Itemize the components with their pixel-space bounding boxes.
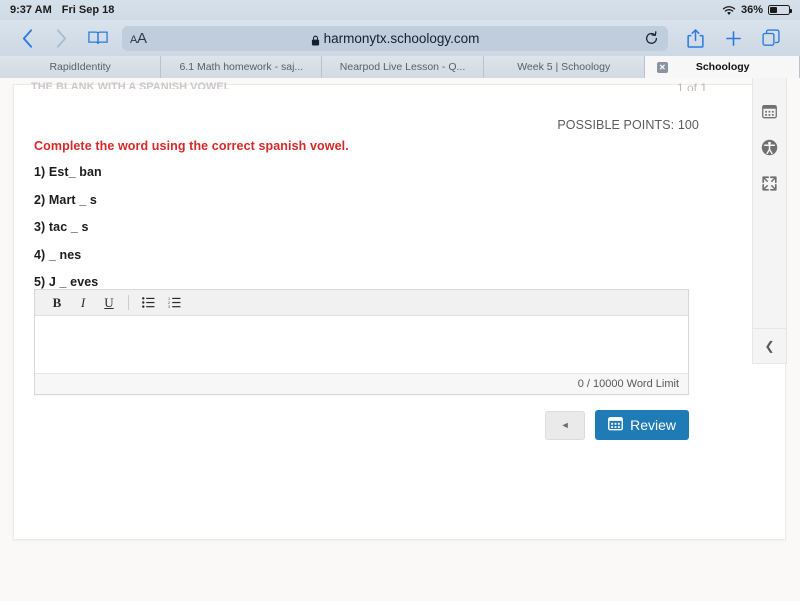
question-item: 4) _ nes (34, 247, 82, 262)
editor-toolbar: B I U 1 2 3 (35, 290, 688, 316)
numbered-list-icon[interactable]: 1 2 3 (161, 291, 187, 315)
tab-week-5-schoology[interactable]: Week 5 | Schoology (483, 56, 645, 78)
tools-rail (752, 78, 787, 352)
tab-label: Nearpod Live Lesson - Q... (339, 61, 466, 73)
possible-points-label: POSSIBLE POINTS: 100 (557, 118, 699, 132)
url-text: harmonytx.schoology.com (323, 30, 480, 46)
tab-label: 6.1 Math homework - saj... (179, 61, 304, 73)
tabs-overview-button[interactable] (752, 21, 790, 55)
wifi-icon (722, 5, 736, 16)
reload-icon[interactable] (642, 29, 660, 47)
tab-label: RapidIdentity (49, 61, 111, 73)
close-icon[interactable]: ✕ (656, 61, 668, 73)
question-prompt: Complete the word using the correct span… (34, 139, 349, 153)
tab-label: Schoology (695, 61, 750, 73)
question-item: 2) Mart _ s (34, 192, 97, 207)
status-bar-right: 36% (722, 4, 792, 16)
question-items-list: 1) Est_ ban 2) Mart _ s 3) tac _ s 4) _ … (34, 165, 434, 303)
bullet-list-icon[interactable] (135, 291, 161, 315)
previous-question-button[interactable]: ◄ (545, 410, 586, 440)
tab-schoology-active[interactable]: ✕ Schoology (644, 56, 800, 78)
review-button[interactable]: Review (595, 410, 689, 440)
new-tab-button[interactable] (714, 21, 752, 55)
lock-icon (311, 33, 320, 45)
address-bar-content: harmonytx.schoology.com (122, 31, 668, 46)
browser-toolbar: AA harmonytx.schoology.com (0, 20, 800, 56)
collapse-panel-button[interactable]: ❮ (752, 328, 787, 364)
question-item: 5) J _ eves (34, 275, 99, 289)
answer-textarea[interactable] (35, 316, 688, 373)
tab-bar: RapidIdentity 6.1 Math homework - saj...… (0, 56, 800, 78)
assignment-card: THE BLANK WITH A SPANISH VOWEL 1 of 1 PO… (13, 81, 786, 540)
question-item: 1) Est_ ban (34, 165, 102, 179)
page-content: THE BLANK WITH A SPANISH VOWEL 1 of 1 PO… (0, 78, 800, 601)
status-bar-time: 9:37 AM (10, 4, 52, 16)
fullscreen-icon[interactable] (759, 172, 781, 194)
underline-button[interactable]: U (96, 291, 122, 315)
bold-button[interactable]: B (44, 291, 70, 315)
status-bar-left: 9:37 AM Fri Sep 18 (10, 4, 114, 16)
tab-rapididentity[interactable]: RapidIdentity (0, 56, 162, 78)
italic-button[interactable]: I (70, 291, 96, 315)
battery-fill (770, 7, 778, 13)
ios-status-bar: 9:37 AM Fri Sep 18 36% (0, 0, 800, 20)
forward-button[interactable] (44, 21, 78, 55)
page-counter: 1 of 1 (676, 81, 707, 91)
back-button[interactable] (10, 21, 44, 55)
answer-editor: B I U 1 2 3 0 / 10000 Word Limit (34, 289, 689, 395)
tab-label: Week 5 | Schoology (517, 61, 611, 73)
question-item: 3) tac _ s (34, 220, 89, 234)
assignment-actions: ◄ Review (545, 410, 689, 440)
toolbar-divider (128, 295, 129, 310)
tab-nearpod-live-lesson[interactable]: Nearpod Live Lesson - Q... (322, 56, 484, 78)
grid-icon[interactable] (759, 100, 781, 122)
address-bar[interactable]: AA harmonytx.schoology.com (122, 25, 668, 51)
status-bar-date: Fri Sep 18 (61, 4, 115, 16)
accessibility-icon[interactable] (759, 136, 781, 158)
tab-math-homework[interactable]: 6.1 Math homework - saj... (161, 56, 323, 78)
cut-off-header-text: THE BLANK WITH A SPANISH VOWEL (31, 81, 231, 89)
review-button-label: Review (630, 417, 676, 433)
svg-text:3: 3 (168, 305, 170, 308)
word-limit-counter: 0 / 10000 Word Limit (35, 373, 688, 394)
battery-icon (768, 5, 792, 15)
battery-percentage: 36% (740, 4, 763, 16)
bookmarks-button[interactable] (78, 21, 118, 55)
share-button[interactable] (676, 21, 714, 55)
grid-icon (608, 416, 624, 434)
text-size-button[interactable]: AA (130, 30, 147, 47)
